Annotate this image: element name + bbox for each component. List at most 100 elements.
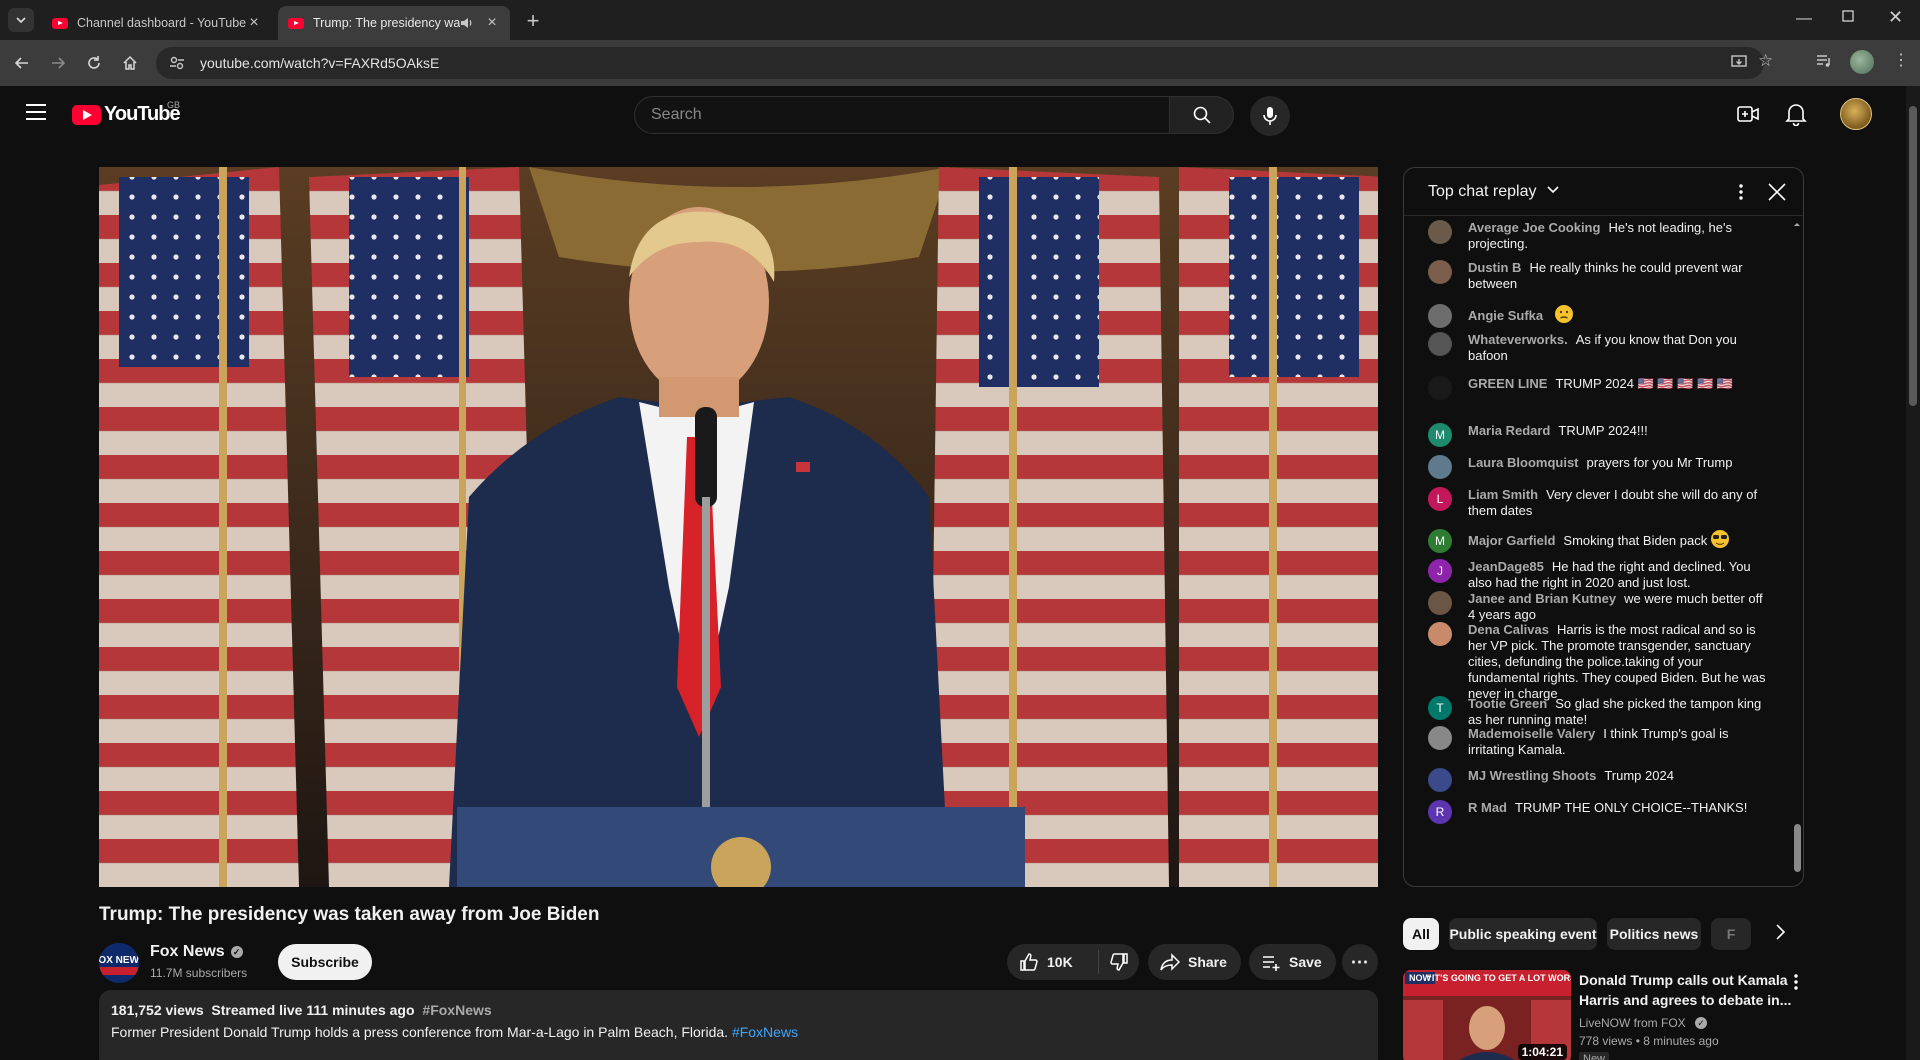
like-button[interactable]: 10K (1007, 950, 1099, 974)
chat-message[interactable]: MJ Wrestling Shoots Trump 2024 (1428, 768, 1788, 792)
home-icon[interactable] (120, 53, 140, 73)
maximize-icon[interactable] (1842, 10, 1854, 22)
share-button[interactable]: Share (1148, 944, 1241, 980)
tab-video[interactable]: Trump: The presidency was × (278, 6, 510, 40)
chat-message[interactable]: Dena Calivas Harris is the most radical a… (1428, 622, 1788, 702)
close-tab-icon[interactable]: × (246, 14, 262, 32)
recommended-video[interactable]: NOW “IT’S GOING TO GET A LOT WORSE” 1:04… (1403, 970, 1823, 1060)
chat-menu-icon[interactable] (1731, 182, 1751, 202)
chat-message[interactable]: Janee and Brian Kutney we were much bette… (1428, 591, 1788, 623)
chat-message[interactable]: M Major Garfield Smoking that Biden pack (1428, 529, 1788, 553)
chat-author-name[interactable]: Tootie Green (1468, 696, 1547, 711)
chat-author-name[interactable]: MJ Wrestling Shoots (1468, 768, 1596, 783)
bookmark-star-icon[interactable]: ☆ (1758, 51, 1773, 71)
new-tab-button[interactable]: + (522, 8, 544, 34)
minimize-icon[interactable]: — (1796, 10, 1812, 28)
chat-author-avatar[interactable] (1428, 220, 1452, 244)
chat-author-name[interactable]: Liam Smith (1468, 487, 1538, 502)
chat-author-name[interactable]: GREEN LINE (1468, 376, 1547, 391)
chat-author-avatar[interactable]: M (1428, 529, 1452, 553)
forward-icon[interactable] (48, 53, 68, 73)
chat-scrollbar-thumb[interactable] (1794, 824, 1801, 872)
subscribe-button[interactable]: Subscribe (278, 944, 372, 980)
chat-author-avatar[interactable] (1428, 260, 1452, 284)
save-button[interactable]: Save (1249, 944, 1336, 980)
video-player[interactable] (99, 167, 1378, 887)
chat-author-avatar[interactable] (1428, 591, 1452, 615)
chat-author-name[interactable]: Dena Calivas (1468, 622, 1549, 637)
chat-author-avatar[interactable]: L (1428, 487, 1452, 511)
media-controls-icon[interactable] (1815, 52, 1833, 70)
chips-next-icon[interactable] (1770, 922, 1790, 942)
install-app-icon[interactable] (1730, 53, 1748, 71)
create-video-icon[interactable] (1736, 102, 1760, 126)
chat-author-name[interactable]: Whateverworks. (1468, 332, 1568, 347)
chat-message[interactable]: Whateverworks. As if you know that Don yo… (1428, 332, 1788, 364)
chat-message[interactable]: R R Mad TRUMP THE ONLY CHOICE--THANKS! (1428, 800, 1788, 824)
chat-author-name[interactable]: Janee and Brian Kutney (1468, 591, 1616, 606)
chat-author-avatar[interactable]: J (1428, 559, 1452, 583)
chat-message[interactable]: GREEN LINE TRUMP 2024 🇺🇸 🇺🇸 🇺🇸 🇺🇸 🇺🇸 (1428, 376, 1788, 400)
chat-message[interactable]: M Maria Redard TRUMP 2024!!! (1428, 423, 1788, 447)
account-avatar[interactable] (1840, 98, 1872, 130)
description-hashtag-link[interactable]: #FoxNews (732, 1024, 798, 1040)
chat-author-avatar[interactable]: T (1428, 696, 1452, 720)
chat-message[interactable]: Dustin B He really thinks he could preven… (1428, 260, 1788, 292)
chat-author-name[interactable]: Mademoiselle Valery (1468, 726, 1595, 741)
back-icon[interactable] (12, 53, 32, 73)
page-scrollbar-thumb[interactable] (1909, 106, 1917, 406)
youtube-logo[interactable]: YouTube (72, 103, 181, 126)
chat-author-name[interactable]: Major Garfield (1468, 533, 1555, 548)
description-box[interactable]: 181,752 views Streamed live 111 minutes … (99, 990, 1378, 1060)
close-window-icon[interactable]: ✕ (1888, 7, 1903, 28)
chat-author-name[interactable]: Dustin B (1468, 260, 1521, 275)
chat-author-name[interactable]: Average Joe Cooking (1468, 220, 1600, 235)
chat-author-avatar[interactable]: R (1428, 800, 1452, 824)
tab-search-button[interactable] (8, 8, 34, 32)
chat-author-avatar[interactable] (1428, 726, 1452, 750)
close-tab-icon[interactable]: × (484, 14, 500, 32)
recommended-menu-icon[interactable] (1788, 972, 1804, 992)
chat-author-avatar[interactable] (1428, 622, 1452, 646)
recommended-channel[interactable]: LiveNOW from FOX ✓ (1579, 1016, 1708, 1030)
chat-message[interactable]: L Liam Smith Very clever I doubt she will … (1428, 487, 1788, 519)
address-bar[interactable]: youtube.com/watch?v=FAXRd5OAksE ☆ (156, 47, 1773, 79)
site-info-icon[interactable] (168, 54, 186, 72)
browser-menu-icon[interactable]: ⋮ (1893, 50, 1909, 70)
chat-author-avatar[interactable] (1428, 376, 1452, 400)
chip-partial[interactable]: F (1711, 918, 1751, 950)
browser-profile-avatar[interactable] (1850, 50, 1874, 74)
search-button[interactable] (1170, 96, 1234, 134)
guide-menu-icon[interactable] (26, 104, 46, 120)
chat-scrollbar[interactable] (1792, 220, 1802, 882)
chat-author-avatar[interactable] (1428, 332, 1452, 356)
audio-playing-icon[interactable] (460, 16, 474, 30)
close-chat-icon[interactable] (1767, 182, 1787, 202)
recommended-thumbnail[interactable]: NOW “IT’S GOING TO GET A LOT WORSE” 1:04… (1403, 970, 1571, 1060)
chat-author-avatar[interactable] (1428, 455, 1452, 479)
chat-author-name[interactable]: Laura Bloomquist (1468, 455, 1579, 470)
voice-search-button[interactable] (1250, 96, 1290, 136)
channel-avatar[interactable]: FOX NEWS (99, 943, 139, 983)
chat-author-name[interactable]: JeanDage85 (1468, 559, 1544, 574)
reload-icon[interactable] (84, 53, 104, 73)
description-tag[interactable]: #FoxNews (422, 1002, 491, 1018)
recommended-title[interactable]: Donald Trump calls out Kamala Harris and… (1579, 970, 1799, 1010)
chat-message[interactable]: Angie Sufka (1428, 304, 1788, 328)
page-scrollbar[interactable] (1906, 86, 1920, 1060)
chat-message[interactable]: Mademoiselle Valery I think Trump's goal … (1428, 726, 1788, 758)
chat-message[interactable]: J JeanDage85 He had the right and declined… (1428, 559, 1788, 591)
chat-message[interactable]: Laura Bloomquist prayers for you Mr Trump (1428, 455, 1788, 479)
more-actions-button[interactable]: ⋯ (1342, 944, 1378, 980)
chat-author-avatar[interactable] (1428, 304, 1452, 328)
chat-author-avatar[interactable] (1428, 768, 1452, 792)
notifications-bell-icon[interactable] (1785, 102, 1807, 126)
tab-channel-dashboard[interactable]: Channel dashboard - YouTube × (42, 6, 272, 40)
chat-author-name[interactable]: R Mad (1468, 800, 1507, 815)
chat-author-avatar[interactable]: M (1428, 423, 1452, 447)
chat-message[interactable]: T Tootie Green So glad she picked the tamp… (1428, 696, 1788, 728)
channel-name-link[interactable]: Fox News ✓ (150, 943, 243, 961)
chip-politics-news[interactable]: Politics news (1607, 918, 1701, 950)
chat-message[interactable]: Average Joe Cooking He's not leading, he'… (1428, 220, 1788, 252)
search-input[interactable]: Search (634, 96, 1170, 134)
